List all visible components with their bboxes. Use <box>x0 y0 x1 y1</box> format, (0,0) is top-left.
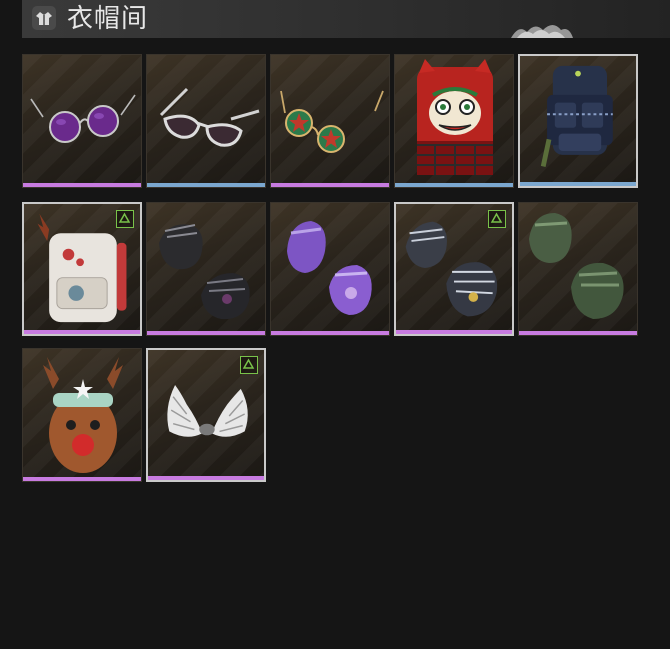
lion-backpack-icon <box>417 59 493 175</box>
decoration-icon <box>511 25 573 38</box>
item-card-white-aviator-sunglasses[interactable] <box>146 54 266 188</box>
rarity-bar <box>147 331 265 335</box>
owned-badge-icon <box>240 356 258 374</box>
rarity-bar <box>396 330 512 334</box>
tactical-backpack-icon <box>540 65 613 167</box>
wardrobe-screen: 衣帽间 <box>0 0 670 649</box>
rarity-bar <box>147 183 265 187</box>
page-title: 衣帽间 <box>67 4 149 34</box>
green-gloves-icon <box>529 213 624 319</box>
item-card-tactical-backpack[interactable] <box>518 54 638 188</box>
purple-gloves-icon <box>287 221 372 315</box>
sunglasses-icon <box>30 94 136 143</box>
black-gloves-icon <box>159 224 250 320</box>
rarity-bar <box>23 477 141 481</box>
item-card-black-studded-gloves[interactable] <box>146 202 266 336</box>
item-card-purple-gloves[interactable] <box>270 202 390 336</box>
reindeer-hat-icon <box>43 357 123 473</box>
star-glasses-icon <box>280 90 384 153</box>
rarity-bar <box>271 331 389 335</box>
item-card-lion-dance-backpack[interactable] <box>394 54 514 188</box>
rarity-bar <box>271 183 389 187</box>
wardrobe-icon[interactable] <box>32 6 56 30</box>
rarity-bar <box>24 330 140 334</box>
item-card-reindeer-hat[interactable] <box>22 348 142 482</box>
rarity-bar <box>519 331 637 335</box>
rarity-bar <box>148 476 264 480</box>
owned-badge-icon <box>116 210 134 228</box>
item-card-reindeer-backpack[interactable] <box>22 202 142 336</box>
header-bar: 衣帽间 <box>22 0 670 38</box>
item-card-white-feather-wings[interactable] <box>146 348 266 482</box>
item-card-green-camo-gloves[interactable] <box>518 202 638 336</box>
aviator-icon <box>159 87 260 147</box>
item-card-purple-round-sunglasses[interactable] <box>22 54 142 188</box>
item-card-cyber-claw-gloves[interactable] <box>394 202 514 336</box>
rarity-bar <box>520 182 636 186</box>
rarity-bar <box>23 183 141 187</box>
owned-badge-icon <box>488 210 506 228</box>
rarity-bar <box>395 183 513 187</box>
item-card-star-lens-glasses[interactable] <box>270 54 390 188</box>
